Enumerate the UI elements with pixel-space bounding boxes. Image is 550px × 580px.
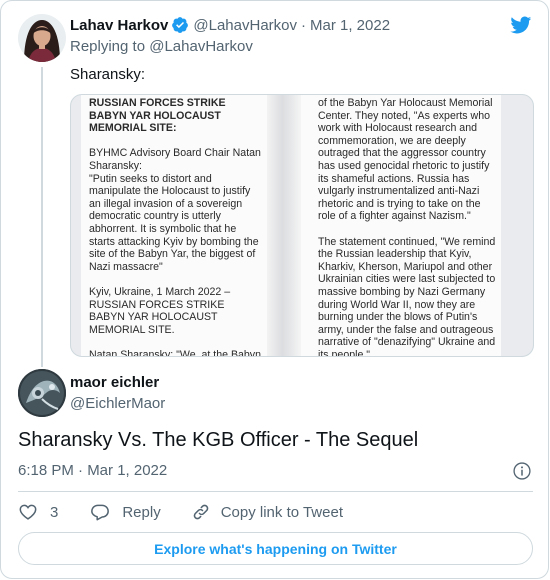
like-button[interactable]: 3 [18, 502, 58, 522]
like-count: 3 [50, 503, 59, 521]
twitter-bird-icon[interactable] [508, 14, 533, 36]
explore-twitter-button[interactable]: Explore what's happening on Twitter [18, 532, 533, 565]
info-icon[interactable] [512, 461, 532, 481]
actions-divider [18, 491, 533, 492]
quoted-author-handle[interactable]: @LahavHarkov [193, 17, 297, 34]
header-separator: · [301, 16, 306, 34]
replying-to-line: Replying to @LahavHarkov [70, 38, 253, 55]
reply-bubble-icon [91, 504, 110, 521]
copy-link-button[interactable]: Copy link to Tweet [191, 502, 343, 522]
main-author-handle[interactable]: @EichlerMaor [70, 395, 165, 412]
media-right-page: of the Babyn Yar Holocaust Memorial Cent… [301, 95, 501, 357]
media-left-page: RUSSIAN FORCES STRIKE BABYN YAR HOLOCAUS… [81, 95, 267, 357]
media-right-paragraph-2: The statement continued, "We remind the … [318, 235, 496, 357]
quoted-tweet-date[interactable]: Mar 1, 2022 [310, 17, 390, 34]
replying-to-prefix: Replying to [70, 38, 146, 55]
quoted-tweet-header: Lahav Harkov @LahavHarkov · Mar 1, 2022 [70, 16, 390, 34]
reply-label: Reply [122, 503, 161, 521]
media-left-paragraph-3: Kyiv, Ukraine, 1 March 2022 – RUSSIAN FO… [89, 285, 231, 336]
main-author-name[interactable]: maor eichler [70, 374, 159, 391]
quoted-author-name[interactable]: Lahav Harkov [70, 17, 168, 34]
media-left-paragraph-4: Natan Sharansky: "We, at the Babyn Yar H… [89, 348, 261, 357]
media-headline: RUSSIAN FORCES STRIKE BABYN YAR HOLOCAUS… [89, 97, 226, 135]
media-right-paragraph-1: of the Babyn Yar Holocaust Memorial Cent… [318, 97, 493, 223]
heart-icon [19, 504, 37, 520]
quoted-tweet-text: Sharansky: [70, 66, 146, 83]
media-left-paragraph-2: "Putin seeks to distort and manipulate t… [89, 172, 259, 273]
maor-eichler-avatar[interactable] [18, 369, 66, 417]
media-left-paragraph-1: BYHMC Advisory Board Chair Natan Sharans… [89, 147, 261, 172]
link-icon [193, 504, 209, 520]
tweet-embed-card: Lahav Harkov @LahavHarkov · Mar 1, 2022 … [0, 0, 549, 579]
media-page-gutter [267, 95, 301, 356]
lahav-harkov-avatar[interactable] [18, 14, 66, 62]
copy-link-label: Copy link to Tweet [220, 503, 343, 521]
tweet-actions-bar: 3 Reply Copy link to Tweet [18, 501, 343, 523]
thread-connector-line [41, 67, 43, 367]
main-tweet-timestamp[interactable]: 6:18 PM · Mar 1, 2022 [18, 462, 167, 479]
reply-button[interactable]: Reply [90, 502, 161, 522]
replying-to-handle-link[interactable]: @LahavHarkov [149, 38, 253, 55]
verified-badge-icon [172, 17, 189, 33]
main-tweet-text: Sharansky Vs. The KGB Officer - The Sequ… [18, 429, 419, 451]
tweet-media-image[interactable]: RUSSIAN FORCES STRIKE BABYN YAR HOLOCAUS… [70, 94, 534, 357]
